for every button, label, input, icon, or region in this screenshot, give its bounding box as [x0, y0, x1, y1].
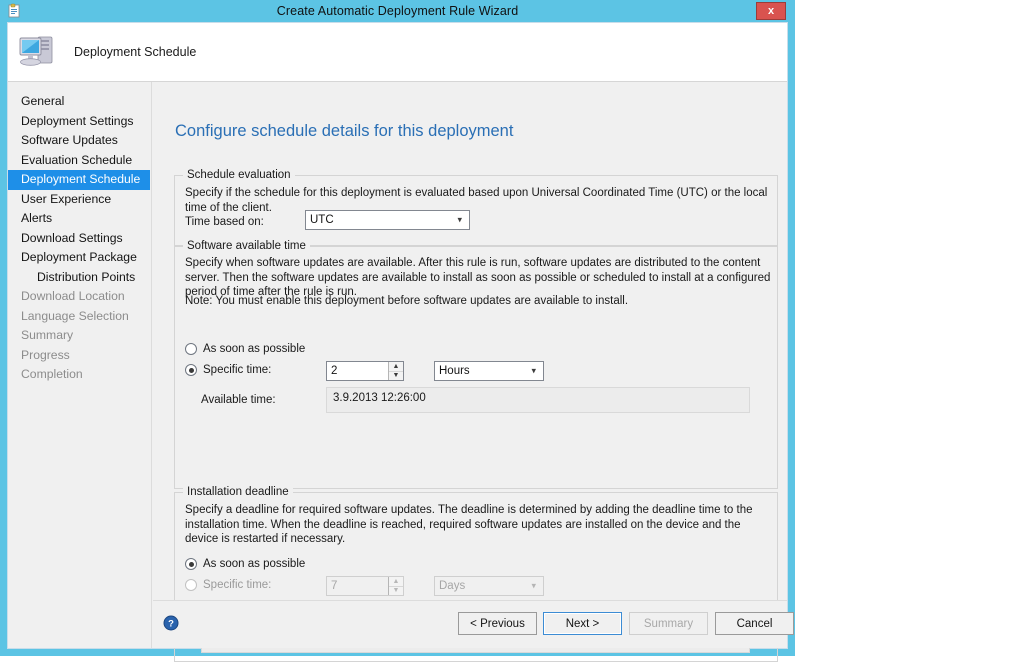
- sidebar-item-software-updates[interactable]: Software Updates: [8, 131, 151, 151]
- chevron-down-icon: ▾: [531, 365, 536, 376]
- radio-circle-selected-icon: [185, 558, 197, 570]
- cancel-button[interactable]: Cancel: [715, 612, 794, 635]
- wizard-content: Configure schedule details for this depl…: [152, 82, 787, 662]
- previous-button[interactable]: < Previous: [458, 612, 537, 635]
- previous-button-label: < Previous: [470, 617, 525, 630]
- installation-deadline-legend: Installation deadline: [183, 486, 293, 498]
- radio-circle-icon: [185, 579, 197, 591]
- software-available-time-legend: Software available time: [183, 240, 310, 252]
- deadline-unit-value: Days: [439, 580, 466, 592]
- wizard-header: Deployment Schedule: [8, 23, 787, 82]
- sidebar-item-deployment-schedule[interactable]: Deployment Schedule: [8, 170, 150, 190]
- wizard-document-icon: [6, 3, 22, 19]
- time-based-on-value: UTC: [310, 214, 334, 226]
- available-time-unit-select[interactable]: Hours ▾: [434, 361, 544, 381]
- available-time-amount-value: 2: [331, 365, 338, 377]
- deadline-amount-stepper: 7 ▲ ▼: [326, 576, 404, 596]
- stepper-up-icon[interactable]: ▲: [389, 362, 403, 372]
- title-bar: Create Automatic Deployment Rule Wizard …: [0, 0, 795, 22]
- sidebar-item-user-experience[interactable]: User Experience: [8, 190, 151, 210]
- sidebar-item-download-settings[interactable]: Download Settings: [8, 229, 151, 249]
- available-asap-label: As soon as possible: [203, 343, 306, 355]
- available-specific-radio[interactable]: Specific time:: [185, 364, 271, 376]
- header-title: Deployment Schedule: [74, 45, 197, 59]
- schedule-evaluation-group: Schedule evaluation Specify if the sched…: [174, 169, 778, 246]
- wizard-step-nav: General Deployment Settings Software Upd…: [8, 82, 152, 648]
- window-title: Create Automatic Deployment Rule Wizard: [276, 4, 519, 18]
- help-question-icon[interactable]: ?: [163, 615, 179, 631]
- schedule-evaluation-description: Specify if the schedule for this deploym…: [185, 187, 768, 214]
- stepper-buttons[interactable]: ▲ ▼: [388, 362, 403, 380]
- installation-deadline-description: Specify a deadline for required software…: [185, 504, 753, 545]
- software-available-time-description: Specify when software updates are availa…: [185, 257, 771, 298]
- sidebar-item-general[interactable]: General: [8, 92, 151, 112]
- sidebar-item-completion: Completion: [21, 367, 83, 381]
- stepper-down-icon[interactable]: ▼: [389, 372, 403, 381]
- chevron-down-icon: ▾: [457, 214, 462, 225]
- available-time-amount-stepper[interactable]: 2 ▲ ▼: [326, 361, 404, 381]
- available-time-display: 3.9.2013 12:26:00: [326, 387, 750, 413]
- time-based-on-label: Time based on:: [185, 216, 264, 228]
- deadline-asap-radio[interactable]: As soon as possible: [185, 558, 305, 570]
- page-title: Configure schedule details for this depl…: [175, 122, 514, 140]
- schedule-evaluation-legend: Schedule evaluation: [183, 169, 295, 181]
- available-asap-radio[interactable]: As soon as possible: [185, 343, 305, 355]
- sidebar-item-download-location: Download Location: [21, 289, 125, 303]
- sidebar-item-evaluation-schedule[interactable]: Evaluation Schedule: [8, 151, 151, 171]
- wizard-body: General Deployment Settings Software Upd…: [8, 82, 787, 662]
- deadline-specific-label: Specific time:: [203, 579, 272, 591]
- radio-circle-selected-icon: [185, 364, 197, 376]
- stepper-down-icon: ▼: [392, 587, 400, 595]
- deadline-unit-select: Days ▾: [434, 576, 544, 596]
- available-time-unit-value: Hours: [439, 365, 470, 377]
- software-available-time-group: Software available time Specify when sof…: [174, 240, 778, 489]
- stepper-buttons: ▲ ▼: [388, 577, 403, 595]
- next-button[interactable]: Next >: [543, 612, 622, 635]
- svg-text:?: ?: [168, 619, 174, 630]
- client-area: Deployment Schedule General Deployment S…: [7, 22, 794, 662]
- software-available-time-note: Note: You must enable this deployment be…: [185, 295, 629, 307]
- deadline-amount-value: 7: [331, 580, 338, 592]
- computer-monitor-icon: [17, 29, 65, 75]
- wizard-window: Create Automatic Deployment Rule Wizard …: [0, 0, 795, 662]
- available-specific-label: Specific time:: [203, 364, 272, 376]
- deadline-asap-label: As soon as possible: [203, 558, 306, 570]
- sidebar-item-deployment-settings[interactable]: Deployment Settings: [8, 112, 151, 132]
- close-button[interactable]: x: [756, 2, 786, 20]
- deadline-specific-radio[interactable]: Specific time:: [185, 579, 271, 591]
- sidebar-item-alerts[interactable]: Alerts: [8, 209, 151, 229]
- summary-button: Summary: [629, 612, 708, 635]
- cancel-button-label: Cancel: [736, 617, 773, 630]
- wizard-footer: ? < Previous Next > Summary Cancel: [153, 600, 794, 648]
- available-time-label: Available time:: [201, 394, 276, 406]
- summary-button-label: Summary: [643, 617, 694, 630]
- next-button-label: Next >: [565, 617, 600, 630]
- time-based-on-select[interactable]: UTC ▾: [305, 210, 470, 230]
- sidebar-item-deployment-package[interactable]: Deployment Package: [8, 248, 151, 268]
- sidebar-item-progress: Progress: [21, 347, 70, 362]
- stepper-up-icon: ▲: [389, 577, 403, 587]
- radio-circle-icon: [185, 343, 197, 355]
- sidebar-item-summary: Summary: [21, 328, 74, 342]
- chevron-down-icon: ▾: [531, 580, 536, 591]
- sidebar-item-distribution-points[interactable]: Distribution Points: [8, 268, 151, 288]
- sidebar-item-language-selection: Language Selection: [21, 308, 129, 323]
